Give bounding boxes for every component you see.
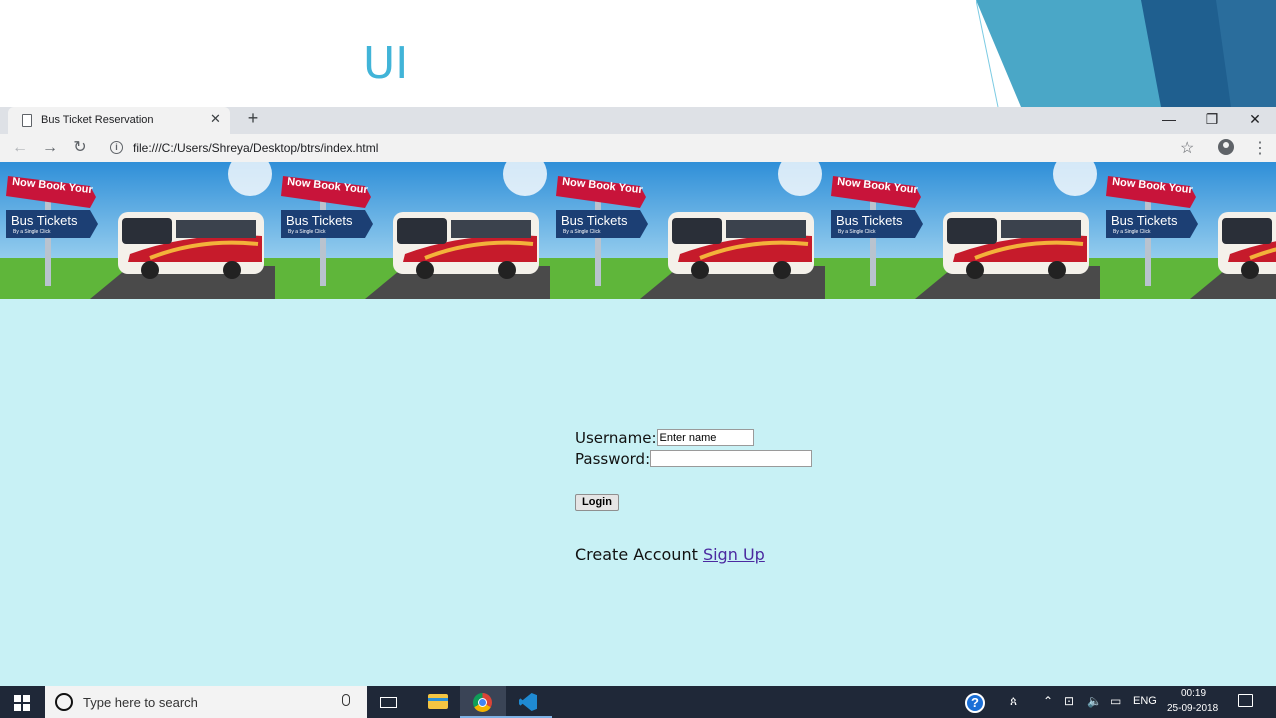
new-tab-button[interactable]: + [244,108,262,129]
login-button[interactable]: Login [575,494,619,511]
volume-icon[interactable]: 🔈 [1087,694,1102,708]
banner-tile: Now Book Your Bus Tickets By a Single Clic… [1100,162,1276,299]
banner-sign-sub: By a Single Click [13,229,51,235]
close-window-button[interactable]: ✕ [1245,110,1265,128]
username-input[interactable] [656,429,754,446]
file-explorer-icon [428,694,448,709]
banner-tile: Now Book Your Bus Tickets By a Single Clic… [550,162,825,299]
banner-sign-bottom: Bus Tickets [286,213,353,228]
banner-sign-sub: By a Single Click [563,229,601,235]
help-icon[interactable]: ? [965,693,985,713]
bus-banner: Now Book Your Bus Tickets By a Single Clic… [0,162,1276,299]
banner-sign-sub: By a Single Click [288,229,326,235]
language-indicator[interactable]: ENG [1133,695,1157,707]
banner-sign-bottom: Bus Tickets [1111,213,1178,228]
forward-button[interactable]: → [40,138,60,158]
slide-decoration [976,0,1276,107]
username-row: Username: [575,427,754,447]
url-text[interactable]: file:///C:/Users/Shreya/Desktop/btrs/ind… [133,141,378,155]
password-row: Password: [575,448,813,468]
windows-start-icon[interactable] [14,695,30,711]
tab-title: Bus Ticket Reservation [41,114,154,126]
clock-date[interactable]: 25-09-2018 [1167,703,1218,714]
show-hidden-icons-chevron-icon[interactable]: ⌃ [1043,694,1053,708]
banner-sign-bottom: Bus Tickets [11,213,78,228]
task-view-icon[interactable] [380,697,397,708]
info-icon[interactable]: i [110,141,123,154]
page-icon [22,114,32,127]
banner-sign-bottom: Bus Tickets [836,213,903,228]
microphone-icon[interactable] [342,694,350,706]
signup-link[interactable]: Sign Up [703,545,765,564]
chrome-icon [473,693,492,712]
network-icon[interactable]: ⊡ [1064,694,1074,708]
password-label: Password: [575,449,651,468]
minimize-button[interactable]: — [1159,110,1179,128]
browser-tab[interactable]: Bus Ticket Reservation ✕ [8,107,230,134]
password-input[interactable] [650,450,813,467]
page-body: Now Book Your Bus Tickets By a Single Clic… [0,162,1276,686]
cortana-icon[interactable] [55,693,73,711]
create-account-row: Create Account Sign Up [575,545,765,564]
banner-sign-bottom: Bus Tickets [561,213,628,228]
people-icon[interactable]: ጰ [1010,694,1017,709]
banner-sign-sub: By a Single Click [838,229,876,235]
action-center-icon[interactable] [1238,694,1253,707]
create-account-text: Create Account [575,545,698,564]
battery-icon[interactable]: ▭ [1110,694,1121,708]
browser-tab-strip: Bus Ticket Reservation ✕ [0,107,1276,134]
restore-button[interactable]: ❐ [1202,110,1222,128]
clock-time[interactable]: 00:19 [1181,688,1206,699]
taskbar-search-placeholder[interactable]: Type here to search [83,695,198,710]
banner-tile: Now Book Your Bus Tickets By a Single Clic… [275,162,550,299]
banner-tile: Now Book Your Bus Tickets By a Single Clic… [825,162,1100,299]
username-label: Username: [575,428,657,447]
back-button[interactable]: ← [10,138,30,158]
banner-sign-sub: By a Single Click [1113,229,1151,235]
bookmark-star-icon[interactable]: ☆ [1180,138,1194,158]
banner-tile: Now Book Your Bus Tickets By a Single Clic… [0,162,275,299]
reload-button[interactable]: ↻ [70,138,90,158]
slide-title: UI [363,38,409,89]
account-icon[interactable] [1218,139,1234,155]
browser-menu-icon[interactable]: ⋮ [1252,138,1268,158]
tab-close-icon[interactable]: ✕ [210,111,221,127]
